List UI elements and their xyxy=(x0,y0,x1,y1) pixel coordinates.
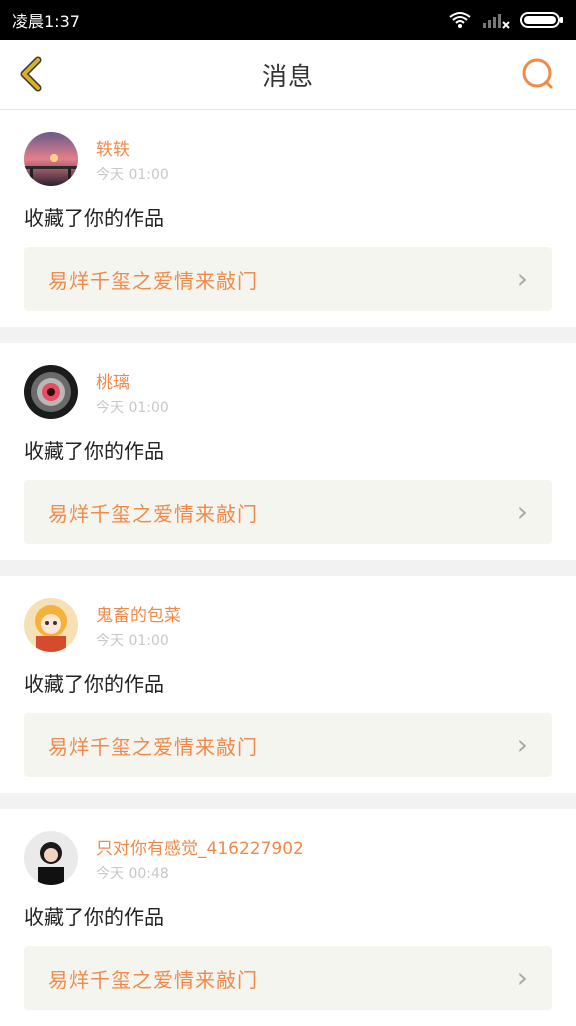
user-name[interactable]: 桃璃 xyxy=(96,368,169,393)
message-time: 今天 00:48 xyxy=(96,865,169,882)
chevron-right-icon: › xyxy=(516,728,528,761)
avatar[interactable] xyxy=(24,132,78,186)
message-meta: 鬼畜的包菜 今天 01:00 xyxy=(96,601,181,650)
status-time: 凌晨1:37 xyxy=(12,12,80,31)
person-avatar-icon xyxy=(24,831,78,885)
work-link[interactable]: 易烊千玺之爱情来敲门 › xyxy=(24,713,552,777)
message-header: 只对你有感觉_416227902 今天 00:48 xyxy=(24,831,552,885)
action-text: 收藏了你的作品 xyxy=(24,905,164,929)
status-bar: 凌晨1:37 xyxy=(0,0,576,40)
action-text: 收藏了你的作品 xyxy=(24,672,164,696)
message-time: 今天 01:00 xyxy=(96,399,169,416)
message-card: 轶轶 今天 01:00 收藏了你的作品 易烊千玺之爱情来敲门 › xyxy=(0,110,576,327)
message-meta: 只对你有感觉_416227902 今天 00:48 xyxy=(96,834,304,883)
wifi-icon xyxy=(449,12,471,28)
signal-icon xyxy=(483,14,510,29)
message-header: 鬼畜的包菜 今天 01:00 xyxy=(24,598,552,652)
action-text: 收藏了你的作品 xyxy=(24,206,164,230)
message-meta: 桃璃 今天 01:00 xyxy=(96,368,169,417)
page-title: 消息 xyxy=(261,61,314,91)
sunset-avatar-icon xyxy=(24,132,78,186)
work-link[interactable]: 易烊千玺之爱情来敲门 › xyxy=(24,247,552,311)
message-list: 轶轶 今天 01:00 收藏了你的作品 易烊千玺之爱情来敲门 › 桃璃 今天 0… xyxy=(0,110,576,1026)
top-bar: 消息 xyxy=(0,40,576,110)
message-card: 桃璃 今天 01:00 收藏了你的作品 易烊千玺之爱情来敲门 › xyxy=(0,343,576,560)
avatar[interactable] xyxy=(24,365,78,419)
chevron-right-icon: › xyxy=(516,961,528,994)
separator xyxy=(0,560,576,576)
battery-icon xyxy=(520,12,563,28)
separator xyxy=(0,793,576,809)
chevron-right-icon: › xyxy=(516,262,528,295)
work-title: 易烊千玺之爱情来敲门 xyxy=(48,268,258,293)
action-text: 收藏了你的作品 xyxy=(24,439,164,463)
avatar[interactable] xyxy=(24,598,78,652)
chevron-right-icon: › xyxy=(516,495,528,528)
eye-avatar-icon xyxy=(24,365,78,419)
message-header: 桃璃 今天 01:00 xyxy=(24,365,552,419)
user-name[interactable]: 轶轶 xyxy=(96,135,169,160)
separator xyxy=(0,327,576,343)
user-name[interactable]: 只对你有感觉_416227902 xyxy=(96,834,304,859)
message-card: 只对你有感觉_416227902 今天 00:48 收藏了你的作品 易烊千玺之爱… xyxy=(0,809,576,1026)
message-meta: 轶轶 今天 01:00 xyxy=(96,135,169,184)
search-icon xyxy=(522,58,553,89)
work-link[interactable]: 易烊千玺之爱情来敲门 › xyxy=(24,480,552,544)
work-title: 易烊千玺之爱情来敲门 xyxy=(48,734,258,759)
back-chevron-icon xyxy=(20,56,42,92)
user-name[interactable]: 鬼畜的包菜 xyxy=(96,601,181,626)
work-title: 易烊千玺之爱情来敲门 xyxy=(48,501,258,526)
message-card: 鬼畜的包菜 今天 01:00 收藏了你的作品 易烊千玺之爱情来敲门 › xyxy=(0,576,576,793)
work-title: 易烊千玺之爱情来敲门 xyxy=(48,967,258,992)
search-button[interactable] xyxy=(520,56,556,92)
avatar[interactable] xyxy=(24,831,78,885)
back-button[interactable] xyxy=(12,54,52,94)
status-icons xyxy=(448,11,564,29)
message-header: 轶轶 今天 01:00 xyxy=(24,132,552,186)
message-time: 今天 01:00 xyxy=(96,632,169,649)
message-time: 今天 01:00 xyxy=(96,166,169,183)
anime-girl-avatar-icon xyxy=(24,598,78,652)
work-link[interactable]: 易烊千玺之爱情来敲门 › xyxy=(24,946,552,1010)
